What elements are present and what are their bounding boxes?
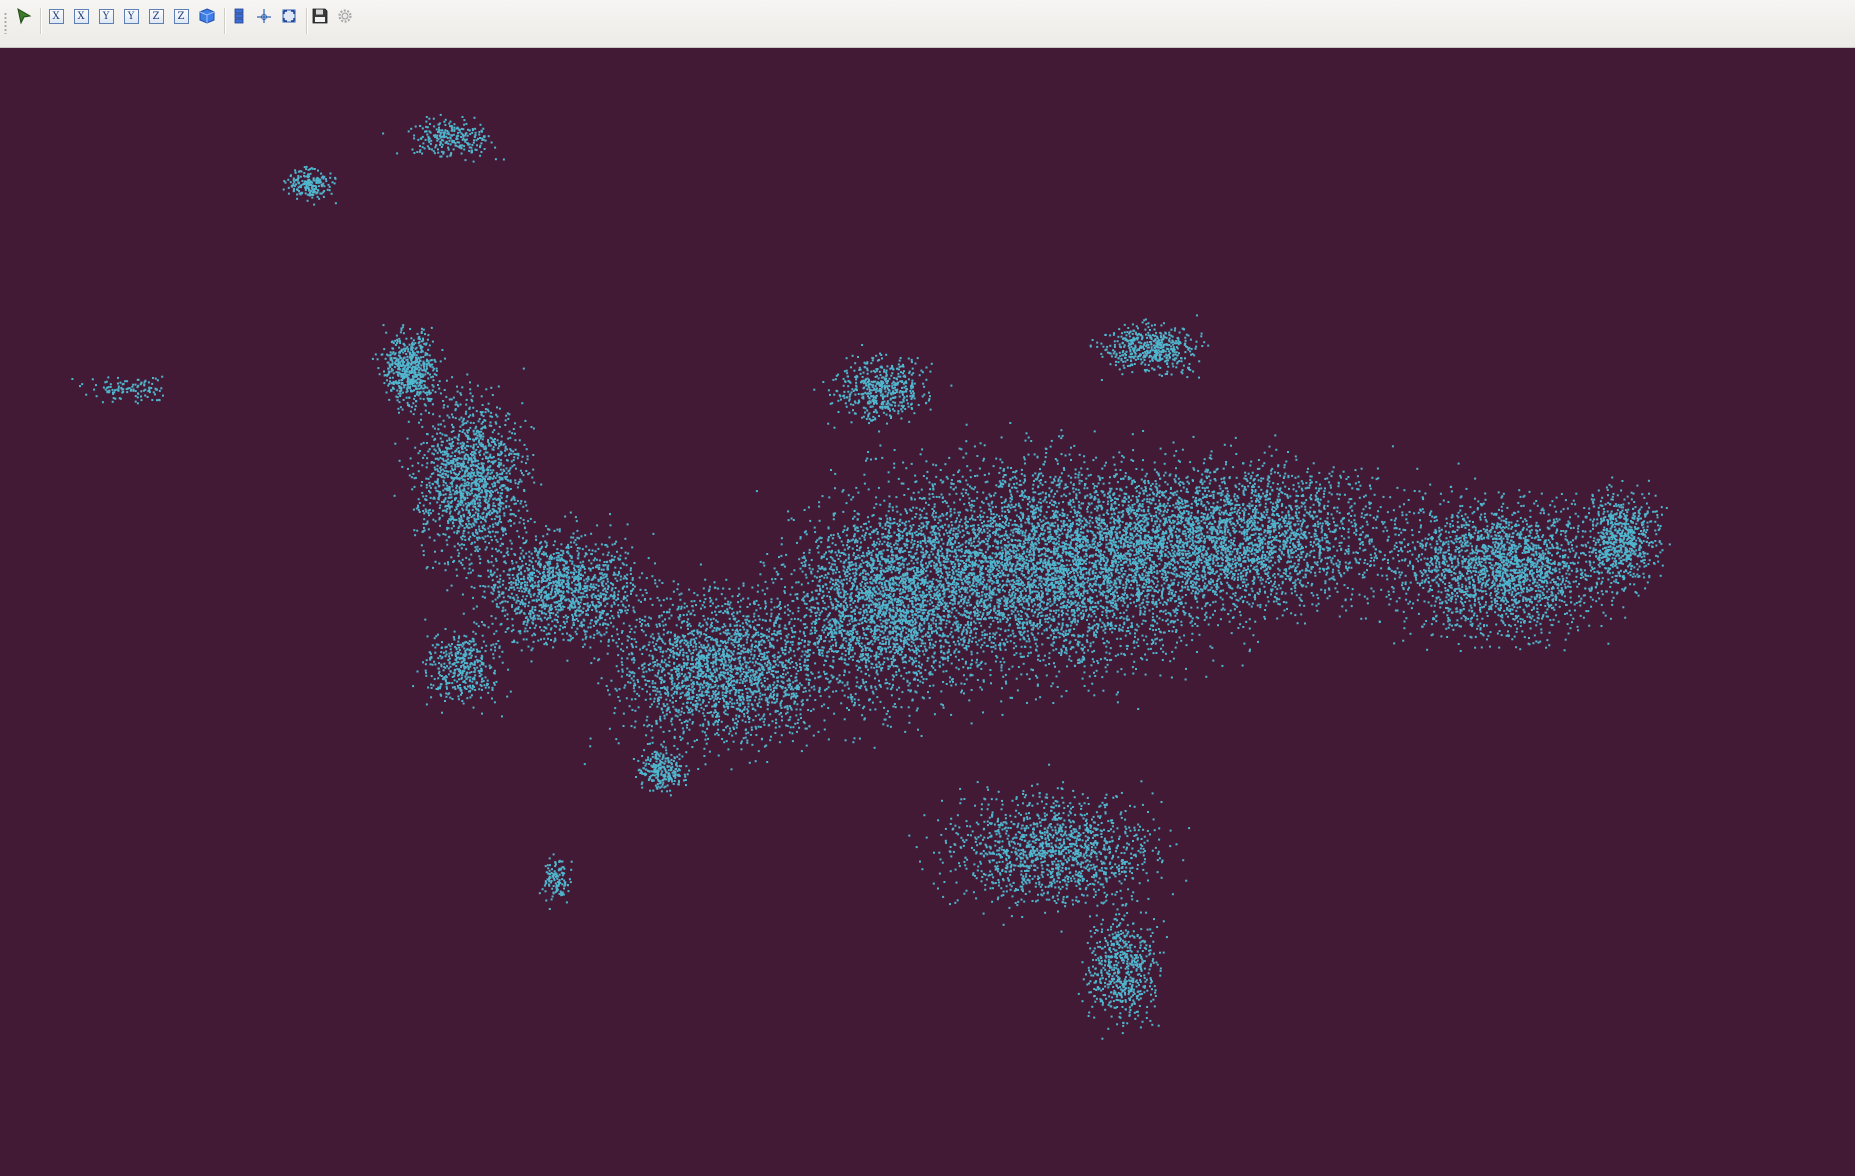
toolbar-separator — [224, 8, 226, 34]
view-z-positive-label: Z — [148, 8, 164, 24]
toolbar-separator — [306, 8, 308, 34]
view-y-negative-label: Y — [123, 8, 139, 24]
view-z-positive-button[interactable]: Z — [145, 5, 167, 27]
floppy-disk-icon[interactable] — [309, 5, 331, 27]
select-arrow-icon[interactable] — [13, 5, 35, 27]
view-x-negative-button[interactable]: X — [70, 5, 92, 27]
toolbar: X X Y Y Z Z — [0, 0, 1855, 48]
view-z-negative-button[interactable]: Z — [170, 5, 192, 27]
view-z-negative-label: Z — [173, 8, 189, 24]
gear-icon[interactable] — [334, 5, 356, 27]
view-y-positive-label: Y — [98, 8, 114, 24]
view-x-positive-label: X — [48, 8, 64, 24]
view-y-negative-button[interactable]: Y — [120, 5, 142, 27]
3d-viewport[interactable] — [0, 48, 1855, 1176]
toolbar-separator — [40, 8, 42, 34]
view-y-positive-button[interactable]: Y — [95, 5, 117, 27]
toolbar-grip[interactable] — [4, 12, 7, 34]
point-cloud — [71, 113, 1671, 1040]
cube-icon[interactable] — [196, 5, 218, 27]
stack-icon[interactable] — [228, 5, 250, 27]
view-x-negative-label: X — [73, 8, 89, 24]
crosshair-icon[interactable] — [253, 5, 275, 27]
fit-view-icon[interactable] — [278, 5, 300, 27]
view-x-positive-button[interactable]: X — [45, 5, 67, 27]
